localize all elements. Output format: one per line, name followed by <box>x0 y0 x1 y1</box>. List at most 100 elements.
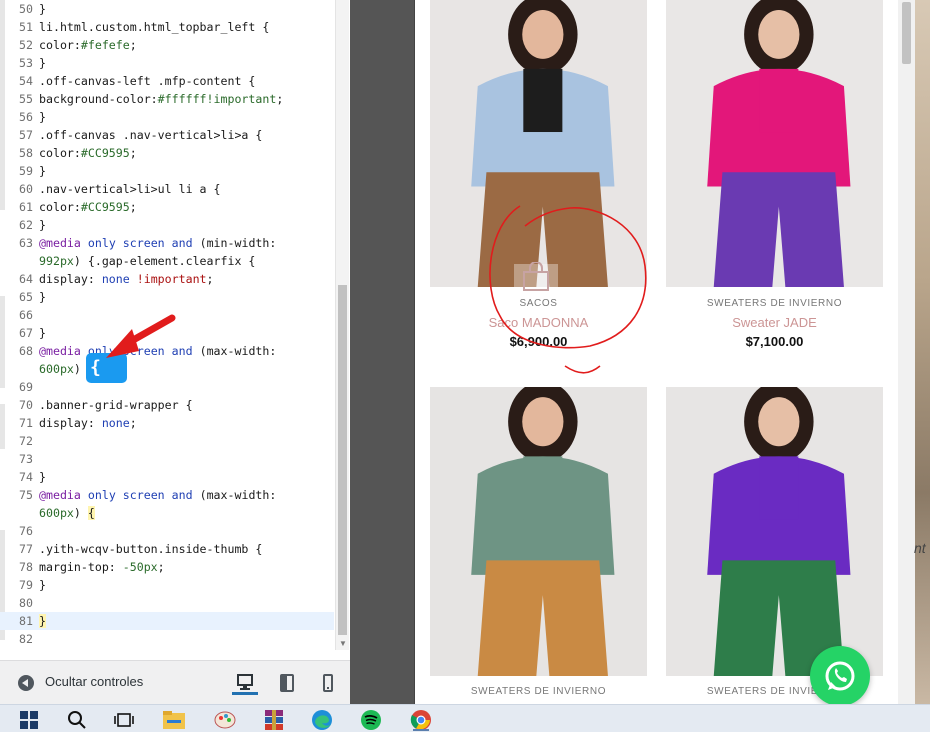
editor-scrollbar[interactable]: ▼ <box>335 0 349 650</box>
paint-icon[interactable] <box>214 709 236 731</box>
code-line[interactable]: 600px) <box>0 360 334 378</box>
code-line[interactable]: 61 color:#CC9595; <box>0 198 334 216</box>
code-line[interactable]: 80 <box>0 594 334 612</box>
code-line[interactable]: 54 .off-canvas-left .mfp-content { <box>0 72 334 90</box>
hide-controls-button[interactable]: Ocultar controles <box>45 674 143 689</box>
code-token: ) <box>73 506 88 520</box>
windows-start-icon[interactable] <box>18 709 40 731</box>
code-text: @media only screen and (max-width: <box>39 342 276 360</box>
code-token: @media <box>39 236 81 250</box>
code-line[interactable]: 77 .yith-wcqv-button.inside-thumb { <box>0 540 334 558</box>
mobile-preview-button[interactable] <box>315 671 341 695</box>
file-explorer-icon[interactable] <box>163 709 185 731</box>
code-line[interactable]: 82 <box>0 630 334 648</box>
line-number: 56 <box>19 110 33 124</box>
code-line[interactable]: 78 margin-top: -50px; <box>0 558 334 576</box>
line-number: 82 <box>19 632 33 646</box>
spotify-icon[interactable] <box>360 709 382 731</box>
quick-view-bag-icon[interactable] <box>512 262 560 292</box>
code-line[interactable]: 56} <box>0 108 334 126</box>
code-line[interactable]: 75 @media only screen and (max-width: <box>0 486 334 504</box>
code-line[interactable]: 52 color:#fefefe; <box>0 36 334 54</box>
code-token: ; <box>129 146 137 160</box>
code-line[interactable]: 81} <box>0 612 334 630</box>
product-image[interactable] <box>430 0 647 287</box>
code-line[interactable]: 62} <box>0 216 334 234</box>
code-line[interactable]: 57 .off-canvas .nav-vertical>li>a { <box>0 126 334 144</box>
code-token: ; <box>157 560 165 574</box>
code-line[interactable]: 55 background-color:#ffffff!important; <box>0 90 334 108</box>
code-token: 600px <box>39 362 74 376</box>
code-line[interactable]: 73 <box>0 450 334 468</box>
scroll-down-arrow-icon[interactable]: ▼ <box>339 639 347 648</box>
code-line[interactable]: 50} <box>0 0 334 18</box>
code-line[interactable]: 59} <box>0 162 334 180</box>
code-token: 600px <box>39 506 74 520</box>
product-image[interactable] <box>430 387 647 676</box>
code-line[interactable]: 74} <box>0 468 334 486</box>
code-line[interactable]: 58 color:#CC9595; <box>0 144 334 162</box>
code-token: } <box>39 578 46 592</box>
code-token: ) <box>73 362 81 376</box>
code-token: display: <box>39 272 102 286</box>
code-editor[interactable]: 50} 51 li.html.custom.html_topbar_left {52… <box>0 0 334 650</box>
product-category[interactable]: SWEATERS DE INVIERNO <box>430 686 647 697</box>
code-text: .nav-vertical>li>ul li a { <box>39 180 220 198</box>
editor-scrollbar-thumb[interactable] <box>338 285 347 635</box>
code-line[interactable]: 600px) { <box>0 504 334 522</box>
tablet-preview-button[interactable] <box>274 671 300 695</box>
code-line[interactable]: 64 display: none !important; <box>0 270 334 288</box>
code-token: screen <box>122 236 165 250</box>
product-photo <box>666 0 883 287</box>
code-line[interactable]: 51 li.html.custom.html_topbar_left { <box>0 18 334 36</box>
preview-scrollbar[interactable] <box>898 0 915 704</box>
code-line[interactable]: 992px) {.gap-element.clearfix { <box>0 252 334 270</box>
code-line[interactable]: 70 .banner-grid-wrapper { <box>0 396 334 414</box>
code-line[interactable]: 69 <box>0 378 334 396</box>
task-view-icon[interactable] <box>113 709 135 731</box>
product-image[interactable] <box>666 0 883 287</box>
tablet-icon <box>280 674 294 692</box>
chrome-icon[interactable] <box>410 709 432 731</box>
code-line[interactable]: 53} <box>0 54 334 72</box>
code-line[interactable]: 67} <box>0 324 334 342</box>
product-name[interactable]: Saco MADONNA <box>430 315 647 330</box>
code-line[interactable]: 71 display: none; <box>0 414 334 432</box>
line-number: 59 <box>19 164 33 178</box>
code-line[interactable]: 65} <box>0 288 334 306</box>
winrar-icon[interactable] <box>263 709 285 731</box>
product-price: $6,900.00 <box>509 334 568 349</box>
model-inner <box>523 68 563 133</box>
code-token: color: <box>39 200 81 214</box>
code-line[interactable]: 79} <box>0 576 334 594</box>
line-number: 53 <box>19 56 33 70</box>
line-number: 67 <box>19 326 33 340</box>
code-line[interactable]: 60 .nav-vertical>li>ul li a { <box>0 180 334 198</box>
code-text: .off-canvas .nav-vertical>li>a { <box>39 126 262 144</box>
product-category[interactable]: SWEATERS DE INVIERNO <box>666 298 883 309</box>
search-icon[interactable] <box>66 709 88 731</box>
product-name[interactable]: Sweater JADE <box>666 315 883 330</box>
preview-scrollbar-thumb[interactable] <box>902 2 911 64</box>
code-token: ; <box>129 200 137 214</box>
code-text: 600px) { <box>39 504 95 522</box>
code-token: -50px <box>122 560 158 574</box>
code-token: !important <box>136 272 207 286</box>
desktop-preview-button[interactable] <box>232 671 258 695</box>
code-line[interactable]: 72 <box>0 432 334 450</box>
whatsapp-chat-button[interactable] <box>810 646 870 706</box>
code-token: only <box>87 488 116 502</box>
collapse-arrow-icon[interactable] <box>18 675 34 691</box>
code-line[interactable]: 66 <box>0 306 334 324</box>
line-number: 79 <box>19 578 33 592</box>
edge-icon[interactable] <box>311 709 333 731</box>
code-line[interactable]: 76 <box>0 522 334 540</box>
line-number: 77 <box>19 542 33 556</box>
product-image[interactable] <box>666 387 883 676</box>
code-line[interactable]: 68 @media only screen and (max-width: <box>0 342 334 360</box>
code-text: } <box>39 162 46 180</box>
code-line[interactable]: 63 @media only screen and (min-width: <box>0 234 334 252</box>
product-category[interactable]: SACOS <box>430 298 647 309</box>
code-token: screen <box>122 488 165 502</box>
